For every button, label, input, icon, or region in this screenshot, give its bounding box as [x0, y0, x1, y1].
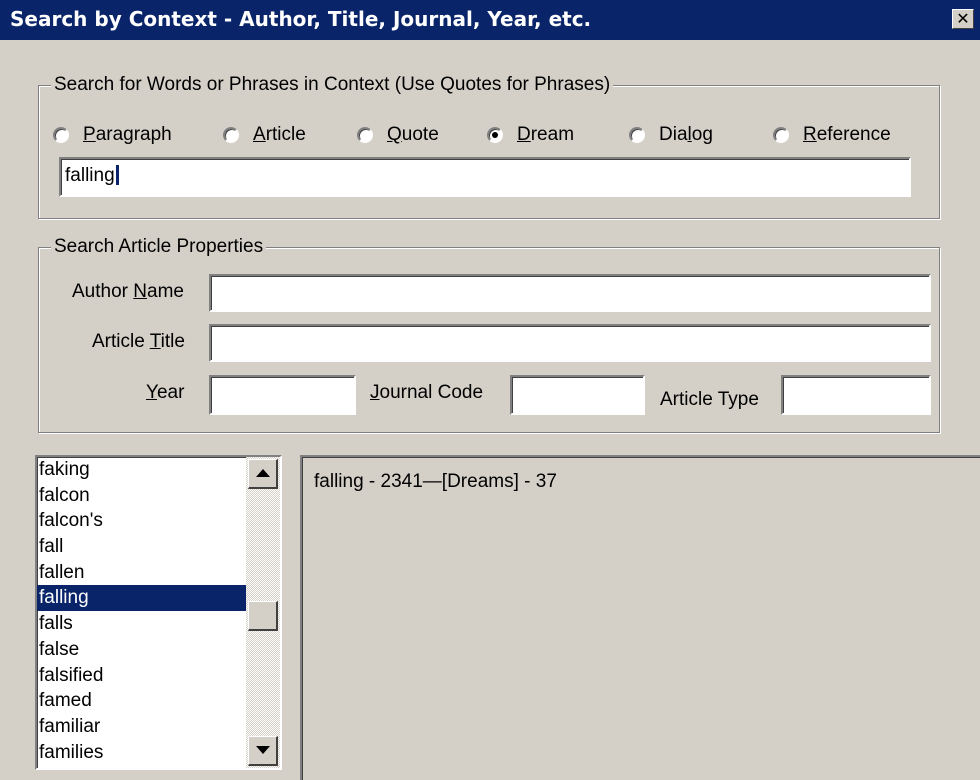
title-bar: Search by Context - Author, Title, Journ… [0, 0, 980, 40]
list-item[interactable]: falcon [37, 483, 246, 509]
radio-article[interactable]: Article [223, 124, 306, 146]
radio-article-label: Article [253, 124, 306, 145]
article-title-label: Article Title [92, 331, 185, 352]
scroll-thumb[interactable] [248, 601, 278, 631]
article-type-field[interactable] [781, 375, 931, 415]
vertical-scrollbar[interactable] [246, 457, 280, 768]
list-item[interactable]: families [37, 740, 246, 766]
radio-dream[interactable]: Dream [487, 124, 574, 146]
context-search-input[interactable]: falling [59, 157, 911, 197]
radio-dialog-label: Dialog [659, 124, 713, 145]
word-list: faking falcon falcon's fall fallen falli… [37, 457, 280, 765]
radio-circle-selected[interactable] [487, 127, 503, 143]
radio-circle[interactable] [629, 127, 645, 143]
radio-reference-label: Reference [803, 124, 891, 145]
list-item[interactable]: fall [37, 534, 246, 560]
journal-code-label: Journal Code [370, 382, 484, 403]
scroll-down-icon [256, 746, 270, 754]
list-item[interactable]: familiar [37, 714, 246, 740]
radio-circle[interactable] [53, 127, 69, 143]
properties-group-legend: Search Article Properties [51, 236, 267, 258]
scroll-down-button[interactable] [248, 736, 278, 766]
list-item[interactable]: falls [37, 611, 246, 637]
radio-dialog[interactable]: Dialog [629, 124, 713, 146]
list-item[interactable]: famed [37, 688, 246, 714]
list-item[interactable]: false [37, 637, 246, 663]
radio-paragraph-label: Paragraph [83, 124, 172, 145]
radio-reference[interactable]: Reference [773, 124, 891, 146]
journal-code-field[interactable] [510, 375, 645, 415]
results-pane[interactable]: falling - 2341—[Dreams] - 37 [300, 455, 980, 780]
list-item[interactable]: falcon's [37, 508, 246, 534]
radio-dot [492, 132, 498, 138]
window-title: Search by Context - Author, Title, Journ… [10, 7, 592, 31]
list-item[interactable]: fallen [37, 560, 246, 586]
radio-circle[interactable] [357, 127, 373, 143]
author-name-field[interactable] [209, 274, 931, 312]
close-icon: ✕ [956, 9, 970, 28]
word-listbox[interactable]: faking falcon falcon's fall fallen falli… [35, 455, 282, 770]
year-field[interactable] [209, 375, 356, 415]
radio-quote-label: Quote [387, 124, 439, 145]
list-item-selected[interactable]: falling [37, 585, 246, 612]
year-label: Year [146, 382, 185, 403]
radio-circle[interactable] [773, 127, 789, 143]
radio-paragraph[interactable]: Paragraph [53, 124, 172, 146]
context-search-value: falling [65, 165, 115, 186]
author-name-label: Author Name [72, 281, 184, 302]
context-group-legend: Search for Words or Phrases in Context (… [51, 74, 614, 96]
article-type-label: Article Type [660, 389, 759, 410]
context-group: Search for Words or Phrases in Context (… [38, 74, 940, 219]
properties-group: Search Article Properties Author Name Ar… [38, 236, 940, 433]
list-item[interactable]: faking [37, 457, 246, 483]
radio-circle[interactable] [223, 127, 239, 143]
scroll-up-icon [256, 469, 270, 477]
article-title-field[interactable] [209, 324, 931, 362]
result-line[interactable]: falling - 2341—[Dreams] - 37 [314, 471, 557, 493]
radio-quote[interactable]: Quote [357, 124, 439, 146]
close-button[interactable]: ✕ [952, 9, 974, 29]
scroll-up-button[interactable] [248, 459, 278, 489]
text-caret [115, 165, 119, 185]
radio-dream-label: Dream [517, 124, 575, 145]
list-item[interactable]: falsified [37, 663, 246, 689]
